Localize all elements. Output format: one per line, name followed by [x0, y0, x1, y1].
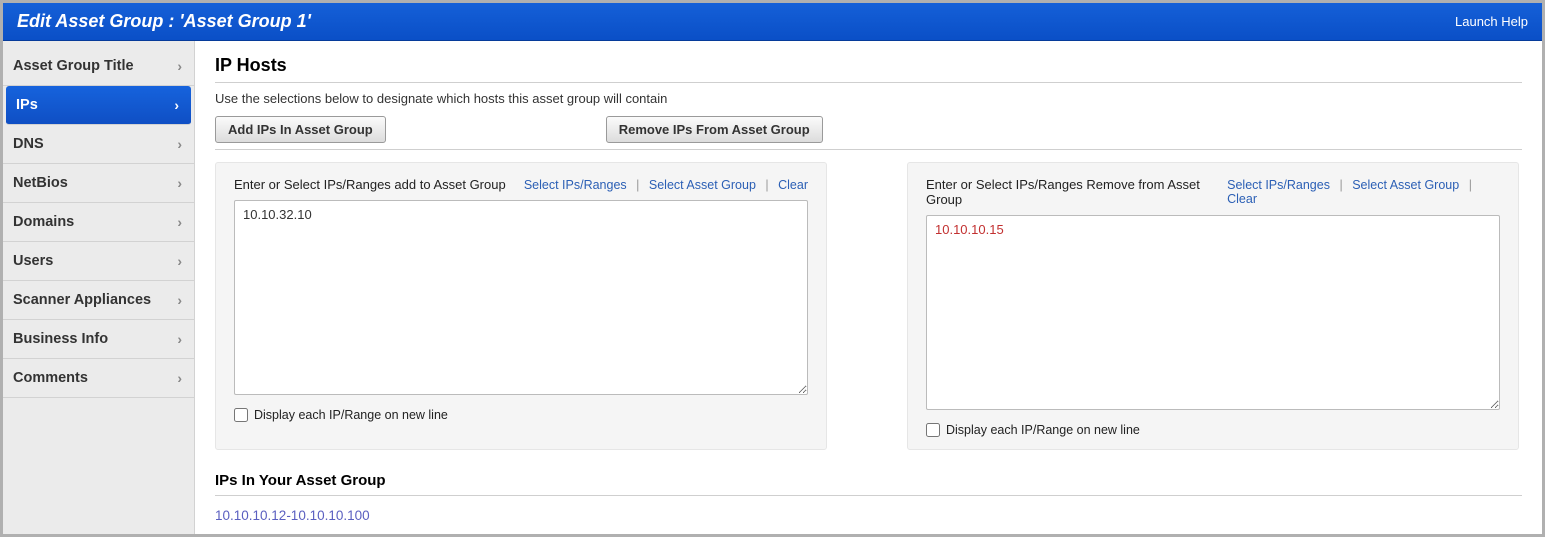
select-ips-link[interactable]: Select IPs/Ranges	[1227, 178, 1330, 192]
chevron-right-icon: ›	[174, 97, 179, 113]
panel-label: Enter or Select IPs/Ranges Remove from A…	[926, 177, 1227, 207]
ips-in-group-heading: IPs In Your Asset Group	[215, 472, 1522, 489]
checkbox-label: Display each IP/Range on new line	[254, 408, 448, 422]
chevron-right-icon: ›	[177, 370, 182, 386]
sidebar-item-label: IPs	[16, 97, 38, 113]
sidebar-item-label: Comments	[13, 370, 88, 386]
launch-help-link[interactable]: Launch Help	[1455, 14, 1528, 29]
header-bar: Edit Asset Group : 'Asset Group 1' Launc…	[3, 3, 1542, 41]
panel-label: Enter or Select IPs/Ranges add to Asset …	[234, 177, 506, 192]
clear-link[interactable]: Clear	[1227, 192, 1257, 206]
remove-ips-button[interactable]: Remove IPs From Asset Group	[606, 116, 823, 143]
select-asset-group-link[interactable]: Select Asset Group	[1352, 178, 1459, 192]
remove-newline-checkbox[interactable]	[926, 423, 940, 437]
sidebar-item-domains[interactable]: Domains ›	[3, 203, 194, 242]
sidebar-item-netbios[interactable]: NetBios ›	[3, 164, 194, 203]
chevron-right-icon: ›	[177, 292, 182, 308]
panel-links: Select IPs/Ranges | Select Asset Group |…	[524, 178, 808, 192]
sidebar-item-label: Scanner Appliances	[13, 292, 151, 308]
sidebar-item-asset-group-title[interactable]: Asset Group Title ›	[3, 47, 194, 86]
sidebar-item-users[interactable]: Users ›	[3, 242, 194, 281]
chevron-right-icon: ›	[177, 253, 182, 269]
divider	[215, 149, 1522, 150]
clear-link[interactable]: Clear	[778, 178, 808, 192]
chevron-right-icon: ›	[177, 214, 182, 230]
sidebar-item-label: NetBios	[13, 175, 68, 191]
sidebar-item-label: Business Info	[13, 331, 108, 347]
sidebar-item-dns[interactable]: DNS ›	[3, 125, 194, 164]
chevron-right-icon: ›	[177, 58, 182, 74]
add-ips-button[interactable]: Add IPs In Asset Group	[215, 116, 386, 143]
divider	[215, 495, 1522, 496]
checkbox-label: Display each IP/Range on new line	[946, 423, 1140, 437]
chevron-right-icon: ›	[177, 331, 182, 347]
sidebar-item-scanner-appliances[interactable]: Scanner Appliances ›	[3, 281, 194, 320]
ip-range-link[interactable]: 10.10.10.12-10.10.10.100	[215, 508, 1522, 523]
sidebar-item-label: Asset Group Title	[13, 58, 134, 74]
remove-ips-panel: Enter or Select IPs/Ranges Remove from A…	[907, 162, 1519, 450]
sidebar-item-comments[interactable]: Comments ›	[3, 359, 194, 398]
select-ips-link[interactable]: Select IPs/Ranges	[524, 178, 627, 192]
add-ips-panel: Enter or Select IPs/Ranges add to Asset …	[215, 162, 827, 450]
remove-ips-textarea[interactable]	[926, 215, 1500, 410]
chevron-right-icon: ›	[177, 136, 182, 152]
chevron-right-icon: ›	[177, 175, 182, 191]
panel-links: Select IPs/Ranges | Select Asset Group |…	[1227, 178, 1500, 206]
sidebar-item-business-info[interactable]: Business Info ›	[3, 320, 194, 359]
sidebar-item-label: Users	[13, 253, 53, 269]
page-title: Edit Asset Group : 'Asset Group 1'	[17, 11, 311, 32]
section-heading: IP Hosts	[215, 55, 1522, 76]
main-content: IP Hosts Use the selections below to des…	[195, 41, 1542, 534]
divider	[215, 82, 1522, 83]
section-description: Use the selections below to designate wh…	[215, 91, 1522, 106]
sidebar: Asset Group Title › IPs › DNS › NetBios …	[3, 41, 195, 534]
sidebar-item-label: DNS	[13, 136, 44, 152]
add-newline-checkbox[interactable]	[234, 408, 248, 422]
sidebar-item-ips[interactable]: IPs ›	[6, 86, 191, 125]
add-ips-textarea[interactable]	[234, 200, 808, 395]
select-asset-group-link[interactable]: Select Asset Group	[649, 178, 756, 192]
sidebar-item-label: Domains	[13, 214, 74, 230]
